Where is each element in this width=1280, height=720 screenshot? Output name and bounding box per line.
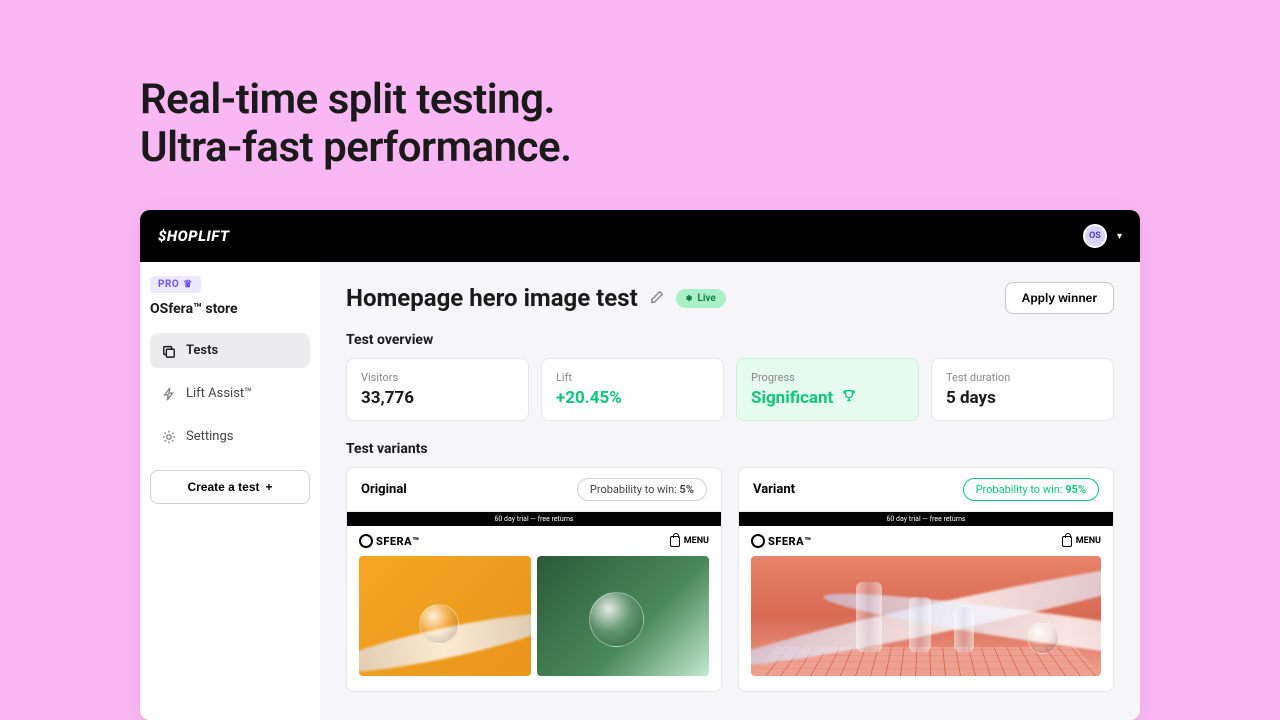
sfera-logo: SFERA™ xyxy=(359,534,420,548)
bag-icon xyxy=(670,536,680,547)
promo-bar: 60 day trial — free returns xyxy=(739,512,1113,526)
variant-name: Variant xyxy=(753,482,795,497)
variant-preview: 60 day trial — free returns SFERA™ MENU xyxy=(347,511,721,691)
variant-card-original[interactable]: Original Probability to win: 5% 60 day t… xyxy=(346,467,722,692)
gear-icon xyxy=(162,430,176,444)
overview-heading: Test overview xyxy=(346,332,1114,348)
edit-icon[interactable] xyxy=(650,289,664,308)
marketing-headline: Real-time split testing. Ultra-fast perf… xyxy=(0,0,1280,173)
bag-icon xyxy=(1062,536,1072,547)
app-header: $HOPLIFT OS ▾ xyxy=(140,210,1140,262)
hero-image-left xyxy=(359,556,531,676)
variants-heading: Test variants xyxy=(346,441,1114,457)
page-title: Homepage hero image test xyxy=(346,284,638,312)
sidebar-item-label: Settings xyxy=(186,429,233,444)
variant-card-variant[interactable]: Variant Probability to win: 95% 60 day t… xyxy=(738,467,1114,692)
probability-pill: Probability to win: 5% xyxy=(577,478,707,501)
main-content: Homepage hero image test Live Apply winn… xyxy=(320,262,1140,720)
create-test-button[interactable]: Create a test + xyxy=(150,470,310,504)
probability-pill: Probability to win: 95% xyxy=(963,478,1099,501)
hero-image-right xyxy=(537,556,709,676)
menu-button: MENU xyxy=(670,536,709,547)
stat-lift: Lift +20.45% xyxy=(541,358,724,421)
sidebar-item-label: Lift Assist™ xyxy=(186,386,252,401)
hero-image-full xyxy=(751,556,1101,676)
sidebar-item-label: Tests xyxy=(186,343,218,358)
sfera-logo: SFERA™ xyxy=(751,534,812,548)
variant-preview: 60 day trial — free returns SFERA™ MENU xyxy=(739,511,1113,691)
sidebar-item-tests[interactable]: Tests xyxy=(150,333,310,368)
stat-progress: Progress Significant xyxy=(736,358,919,421)
apply-winner-button[interactable]: Apply winner xyxy=(1005,282,1114,314)
avatar[interactable]: OS xyxy=(1083,224,1107,248)
store-name: OSfera™ store xyxy=(150,301,310,317)
sidebar: PRO ♛ OSfera™ store Tests Lift Assist™ xyxy=(140,262,320,720)
pro-badge: PRO ♛ xyxy=(150,276,201,293)
crown-icon: ♛ xyxy=(183,279,192,290)
promo-bar: 60 day trial — free returns xyxy=(347,512,721,526)
stat-visitors: Visitors 33,776 xyxy=(346,358,529,421)
headline-line-2: Ultra-fast performance. xyxy=(140,123,572,172)
trophy-icon xyxy=(842,388,856,408)
variant-name: Original xyxy=(361,482,407,497)
brand-logo: $HOPLIFT xyxy=(158,227,230,245)
bolt-icon xyxy=(162,387,176,401)
stat-duration: Test duration 5 days xyxy=(931,358,1114,421)
status-badge: Live xyxy=(676,289,726,308)
menu-button: MENU xyxy=(1062,536,1101,547)
plus-icon: + xyxy=(266,480,273,494)
app-window: $HOPLIFT OS ▾ PRO ♛ OSfera™ store Tests xyxy=(140,210,1140,720)
stats-row: Visitors 33,776 Lift +20.45% Progress Si… xyxy=(346,358,1114,421)
headline-line-1: Real-time split testing. xyxy=(140,75,555,124)
chevron-down-icon[interactable]: ▾ xyxy=(1117,231,1122,242)
layers-icon xyxy=(162,344,176,358)
sidebar-item-settings[interactable]: Settings xyxy=(150,419,310,454)
sidebar-item-lift-assist[interactable]: Lift Assist™ xyxy=(150,376,310,411)
